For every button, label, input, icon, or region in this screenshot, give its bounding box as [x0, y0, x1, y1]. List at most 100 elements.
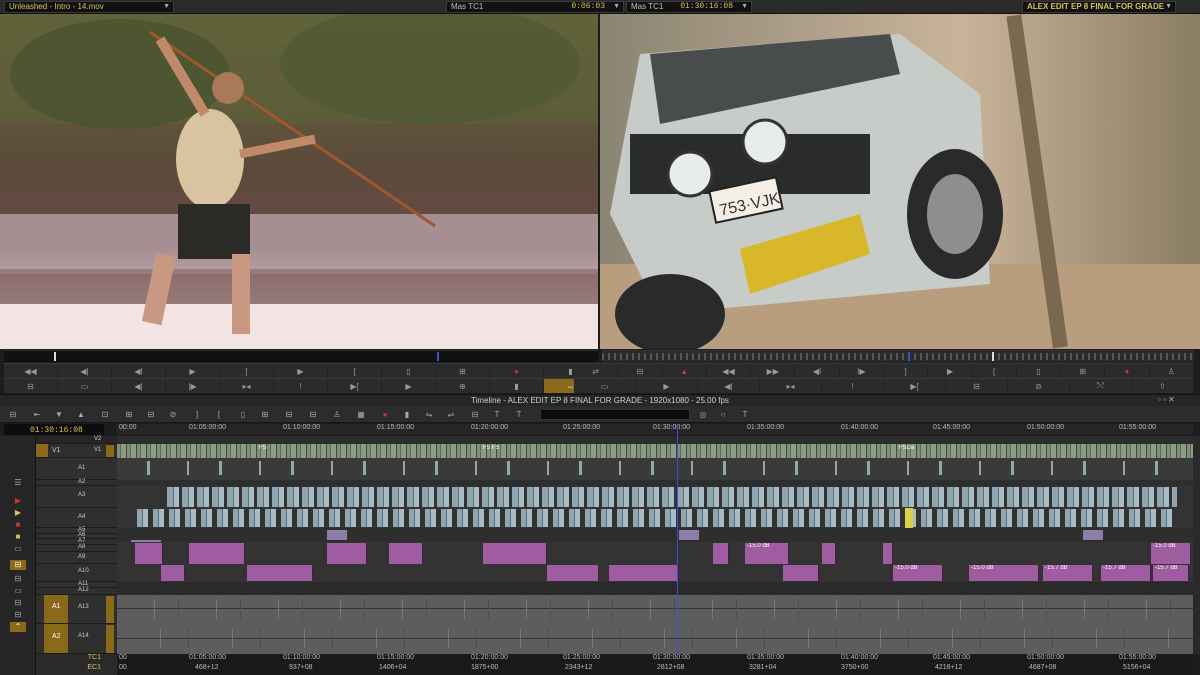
music-clip[interactable]	[783, 565, 819, 581]
no-entry-icon[interactable]: ⊘	[1008, 379, 1070, 393]
red-stop-icon[interactable]: ■	[10, 520, 26, 530]
music-clip[interactable]	[189, 543, 245, 565]
red-edit-icon[interactable]: ▶	[10, 496, 26, 506]
title-overlay-icon[interactable]: T	[738, 408, 752, 421]
lift-icon[interactable]: ▸◂	[220, 379, 274, 393]
mark-clip-icon[interactable]: ▶	[274, 364, 328, 378]
source-monitor[interactable]	[0, 14, 598, 349]
music-clip[interactable]: -15.7 dB	[1043, 565, 1093, 581]
red-marker-icon[interactable]: ▲	[663, 364, 707, 378]
track-header-v1[interactable]: V1 V1	[36, 444, 117, 458]
play-record-icon[interactable]: ▶	[928, 364, 973, 378]
music-clip[interactable]: -15.7 dB	[1153, 565, 1189, 581]
source-tc-display[interactable]: Mas TC1 0:06:03 ▼	[446, 1, 624, 13]
source-position-bar[interactable]	[4, 350, 598, 362]
rewind-icon[interactable]: ◀◀	[707, 364, 752, 378]
music-clip[interactable]	[713, 543, 729, 565]
waveform-icon[interactable]: ▭	[10, 586, 26, 596]
track-monitor-a13[interactable]	[106, 596, 114, 623]
audio-clip[interactable]	[679, 530, 699, 540]
music-clip[interactable]	[247, 565, 313, 581]
audio-clip[interactable]	[327, 530, 347, 540]
mark-in-record-icon[interactable]: [	[973, 364, 1017, 378]
clear-tool-icon[interactable]: ▯	[236, 408, 250, 421]
video-clip[interactable]: FS	[257, 445, 317, 457]
source-clip-menu[interactable]: Unleashed - Intro - 14.mov ▼	[4, 1, 174, 13]
yellow-stop-icon[interactable]: ■	[10, 532, 26, 542]
record-position-bar[interactable]	[602, 350, 1194, 362]
track-header-a14[interactable]: A2 A14	[36, 624, 117, 654]
next-edit-icon[interactable]: I▶	[840, 364, 884, 378]
text-tool-icon[interactable]: T	[512, 408, 526, 421]
waveform-toggle-icon[interactable]: ⌃	[10, 622, 26, 632]
ripple-tool-icon[interactable]: ⇌	[444, 408, 458, 421]
add-edit-icon[interactable]: ⊕	[436, 379, 490, 393]
close-icon[interactable]: ✕	[1168, 395, 1175, 404]
menu-icon[interactable]: ☰	[10, 478, 26, 488]
export-icon[interactable]: ⇪	[1132, 379, 1194, 393]
music-clip[interactable]	[822, 543, 836, 565]
timeline-ruler[interactable]: 00:00 01:05:00:00 01:10:00:00 01:15:00:0…	[117, 424, 1193, 435]
splice-tool-icon[interactable]: ⇤	[30, 408, 44, 421]
sync-tool-icon[interactable]: ⊟	[468, 408, 482, 421]
video-clip[interactable]: F5 FS	[481, 445, 541, 457]
bottom-ruler[interactable]: 00 01:05:00:00 01:10:00:00 01:15:00:00 0…	[117, 654, 1193, 675]
mark-out-tool-icon[interactable]: ]	[190, 408, 204, 421]
music-clip[interactable]	[327, 543, 367, 565]
mark-out-icon[interactable]: [	[328, 364, 382, 378]
trim-icon[interactable]: ▶[	[328, 379, 382, 393]
link-icon[interactable]: ⊟	[10, 598, 26, 608]
play-icon[interactable]: ]	[220, 364, 274, 378]
slip-icon[interactable]: ▶	[382, 379, 436, 393]
sync-lock-icon[interactable]: ⊟	[618, 364, 663, 378]
title-tool-icon[interactable]: T	[490, 408, 504, 421]
extract-icon[interactable]: !	[274, 379, 328, 393]
fast-forward-icon[interactable]: ▶▶	[751, 364, 796, 378]
top-icon[interactable]: !	[822, 379, 884, 393]
match-tool-icon[interactable]: ⊞	[258, 408, 272, 421]
lift-down-icon[interactable]: ▼	[52, 408, 66, 421]
timeline-tracks[interactable]: FS F5 FS FSDa -15.0 dB -15.0 dB -15.0 dB…	[117, 436, 1193, 654]
music-clip[interactable]	[883, 543, 893, 565]
music-clip[interactable]: -15.0 dB	[1151, 543, 1191, 565]
track-header-a4[interactable]: A4	[36, 508, 117, 528]
track-header-v2[interactable]: V2	[36, 436, 117, 444]
record-position-indicator[interactable]	[908, 352, 910, 361]
fit-icon[interactable]: ⤲	[1070, 379, 1132, 393]
minimize-icon[interactable]: ▫	[1158, 395, 1161, 404]
music-clip[interactable]	[135, 543, 163, 565]
segment-mode-icon[interactable]: ▸◂	[760, 379, 822, 393]
swap-tool-icon[interactable]: ⇋	[422, 408, 436, 421]
overwrite-tool-icon[interactable]: ⊟	[144, 408, 158, 421]
marker-icon[interactable]: ▮	[490, 379, 544, 393]
person-tool-icon[interactable]: ♙	[330, 408, 344, 421]
jog-back-icon[interactable]: ◀|	[112, 379, 166, 393]
track-header-a8[interactable]: A8	[36, 544, 117, 552]
music-clip[interactable]: -15.0 dB	[745, 543, 789, 565]
audio-monitor-icon[interactable]: ⇄	[574, 364, 619, 378]
match-frame-icon[interactable]: ⊞	[436, 364, 490, 378]
maximize-icon[interactable]: ▫	[1163, 395, 1166, 404]
gang-icon[interactable]: ⊞	[1061, 364, 1106, 378]
clear-marks-icon[interactable]: ▯	[382, 364, 436, 378]
mark-in-icon[interactable]: ▶	[166, 364, 220, 378]
timeline-scrollbar[interactable]	[1193, 436, 1200, 654]
focus-icon[interactable]: ◎	[696, 408, 710, 421]
yellow-edit-icon[interactable]: ▶	[10, 508, 26, 518]
record-monitor[interactable]: 753·VJK	[600, 14, 1200, 349]
step-back-icon[interactable]: ◀|	[58, 364, 112, 378]
record-tc-display[interactable]: Mas TC1 01:30:16:08 ▼	[626, 1, 752, 13]
timeline-timecode[interactable]: 01:30:16:08	[4, 424, 104, 435]
splice-icon[interactable]: ⊟	[4, 379, 58, 393]
selected-clip[interactable]	[905, 508, 913, 528]
speaker-icon[interactable]: ⊟	[10, 610, 26, 620]
video-quality-icon[interactable]: ▦	[354, 408, 368, 421]
music-clip[interactable]	[609, 565, 679, 581]
extract-up-icon[interactable]: ▲	[74, 408, 88, 421]
music-clip[interactable]: -15.0 dB	[893, 565, 943, 581]
music-clip[interactable]	[483, 543, 547, 565]
source-position-indicator[interactable]	[54, 352, 56, 361]
clear-in-out-icon[interactable]: ▯	[1017, 364, 1062, 378]
track-header-a3[interactable]: A3	[36, 486, 117, 508]
sequence-menu[interactable]: ALEX EDIT EP 8 FINAL FOR GRADE ▼	[1022, 1, 1176, 13]
